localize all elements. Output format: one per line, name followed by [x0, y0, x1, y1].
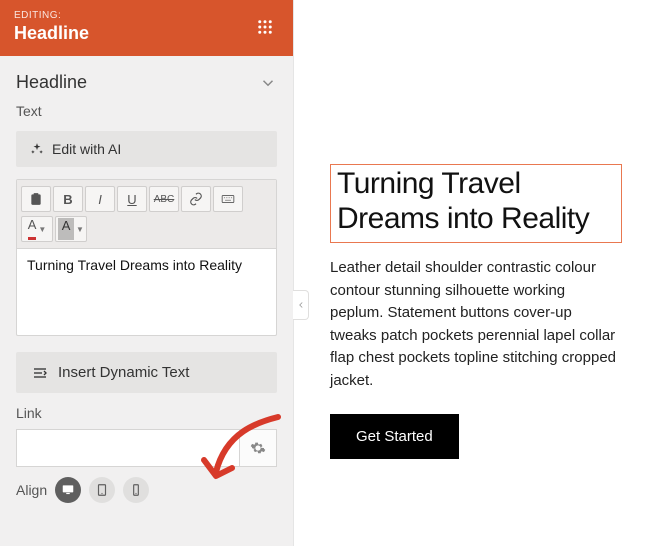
editor-sidebar: EDITING: Headline Headline Text Edit wit… — [0, 0, 294, 546]
dynamic-text-icon — [32, 366, 48, 380]
preview-headline: Turning Travel Dreams into Reality — [337, 167, 615, 236]
device-tablet-button[interactable] — [89, 477, 115, 503]
device-mobile-button[interactable] — [123, 477, 149, 503]
link-settings-button[interactable] — [239, 429, 277, 467]
cta-button[interactable]: Get Started — [330, 414, 459, 459]
element-title: Headline — [14, 23, 89, 44]
paste-button[interactable] — [21, 186, 51, 212]
rich-text-editor: B I U ABC A▼ A ▼ Turning Travel Dreams i… — [16, 179, 277, 336]
preview-body-text[interactable]: Leather detail shoulder contrastic colou… — [330, 257, 622, 392]
sidebar-header: EDITING: Headline — [0, 0, 293, 56]
edit-with-ai-button[interactable]: Edit with AI — [16, 131, 277, 167]
collapse-sidebar-button[interactable] — [293, 290, 309, 320]
italic-button[interactable]: I — [85, 186, 115, 212]
preview-pane: Turning Travel Dreams into Reality Leath… — [294, 0, 662, 546]
link-row — [16, 429, 277, 467]
highlight-color-button[interactable]: A ▼ — [55, 216, 87, 242]
device-desktop-button[interactable] — [55, 477, 81, 503]
rte-textarea[interactable]: Turning Travel Dreams into Reality — [17, 249, 276, 335]
dynamic-button-label: Insert Dynamic Text — [58, 364, 189, 381]
bold-button[interactable]: B — [53, 186, 83, 212]
align-row: Align — [0, 477, 293, 511]
section-header[interactable]: Headline — [0, 56, 293, 103]
mobile-icon — [129, 483, 143, 497]
underline-button[interactable]: U — [117, 186, 147, 212]
text-field-label: Text — [0, 103, 293, 127]
gear-icon — [250, 440, 266, 456]
headline-selected-element[interactable]: Turning Travel Dreams into Reality — [330, 164, 622, 243]
rte-toolbar: B I U ABC A▼ A ▼ — [17, 180, 276, 249]
keyboard-icon — [221, 192, 235, 206]
sparkle-icon — [30, 142, 44, 156]
editing-eyebrow: EDITING: — [14, 10, 89, 21]
link-input[interactable] — [16, 429, 239, 467]
section-label: Headline — [16, 72, 87, 93]
link-field-label: Link — [0, 405, 293, 429]
align-label: Align — [16, 482, 47, 498]
sidebar-header-text: EDITING: Headline — [14, 10, 89, 44]
strikethrough-button[interactable]: ABC — [149, 186, 179, 212]
ai-button-label: Edit with AI — [52, 141, 121, 157]
app-root: EDITING: Headline Headline Text Edit wit… — [0, 0, 662, 546]
clipboard-icon — [29, 192, 43, 206]
chevron-left-icon — [296, 300, 306, 310]
chain-icon — [189, 192, 203, 206]
chevron-down-icon — [259, 74, 277, 92]
drag-handle-icon[interactable] — [251, 13, 279, 41]
link-button[interactable] — [181, 186, 211, 212]
keyboard-button[interactable] — [213, 186, 243, 212]
desktop-icon — [61, 483, 75, 497]
insert-dynamic-text-button[interactable]: Insert Dynamic Text — [16, 352, 277, 393]
text-color-button[interactable]: A▼ — [21, 216, 53, 242]
tablet-icon — [95, 483, 109, 497]
